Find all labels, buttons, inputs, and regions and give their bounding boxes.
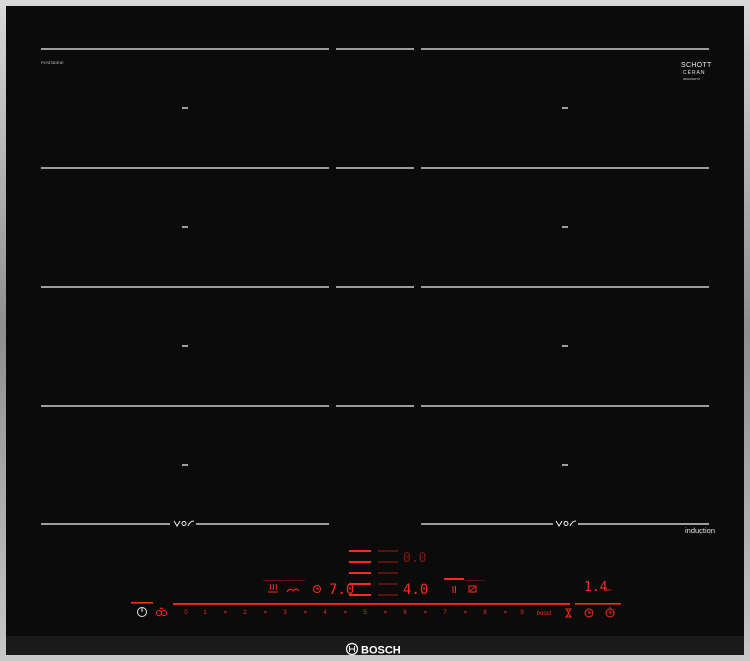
glass-code: 0001000070 [683, 77, 700, 81]
induction-label: induction [685, 526, 715, 535]
glass-brand: SCHOTT [681, 62, 712, 69]
slider-track-left [131, 602, 153, 604]
power-slider-track[interactable] [173, 603, 570, 605]
glass-surface [6, 6, 744, 655]
secondary-readout: 0.0 [403, 551, 426, 566]
active-zone-indicator [444, 578, 464, 580]
timer-slider-track[interactable] [575, 603, 621, 605]
model-code: PXY875DE1E [41, 61, 64, 65]
glass-brand-sub: CERAN [683, 70, 706, 76]
brand-name: BOSCH [361, 645, 401, 657]
induction-hob: PXY875DE1E SCHOTT CERAN 0001000070 induc… [0, 0, 750, 661]
timer-unit: min [605, 587, 611, 592]
power-level-left: 7.0 [329, 582, 354, 598]
boost-label[interactable]: boost [537, 611, 552, 617]
power-level-right: 4.0 [403, 582, 428, 598]
